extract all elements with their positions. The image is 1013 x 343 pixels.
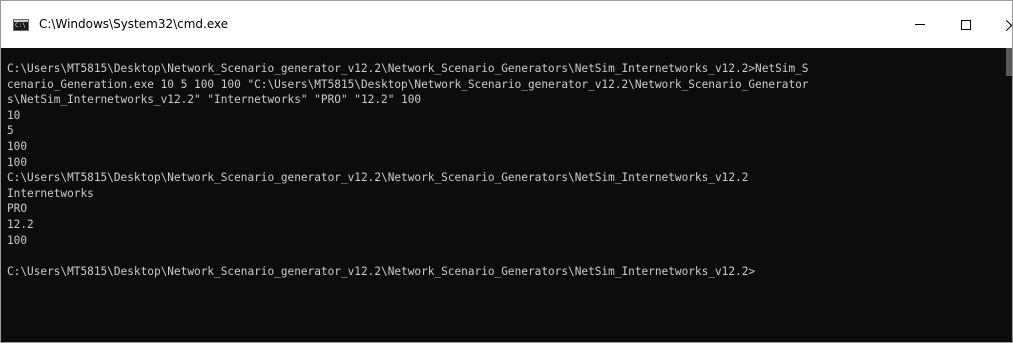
console-line: 100 (7, 233, 28, 247)
vertical-scrollbar-thumb[interactable] (1006, 48, 1012, 76)
console-line: s\NetSim_Internetworks_v12.2" "Internetw… (7, 93, 422, 107)
close-button[interactable] (989, 1, 1012, 48)
console-area[interactable]: C:\Users\MT5815\Desktop\Network_Scenario… (1, 48, 1012, 342)
cmd-window: C:\Windows\System32\cmd.exe C:\Users\MT5… (0, 0, 1013, 343)
prompt-line: C:\Users\MT5815\Desktop\Network_Scenario… (7, 264, 756, 278)
maximize-icon (961, 19, 971, 30)
console-line: 100 (7, 139, 28, 153)
console-output: C:\Users\MT5815\Desktop\Network_Scenario… (7, 61, 1012, 279)
close-icon (1006, 19, 1012, 31)
minimize-icon (915, 24, 925, 25)
console-line: 100 (7, 155, 28, 169)
title-bar[interactable]: C:\Windows\System32\cmd.exe (1, 1, 1012, 48)
console-line: 5 (7, 124, 14, 138)
minimize-button[interactable] (897, 1, 943, 48)
console-line: C:\Users\MT5815\Desktop\Network_Scenario… (7, 62, 809, 75)
console-line: 12.2 (7, 217, 34, 231)
console-line: PRO (7, 202, 28, 216)
console-line: Internetworks (7, 186, 94, 200)
console-line: 10 (7, 108, 21, 122)
console-app-icon[interactable] (13, 19, 29, 31)
console-line: cenario_Generation.exe 10 5 100 100 "C:\… (7, 77, 809, 91)
console-line: C:\Users\MT5815\Desktop\Network_Scenario… (7, 171, 749, 185)
maximize-button[interactable] (943, 1, 989, 48)
window-title: C:\Windows\System32\cmd.exe (39, 17, 229, 31)
